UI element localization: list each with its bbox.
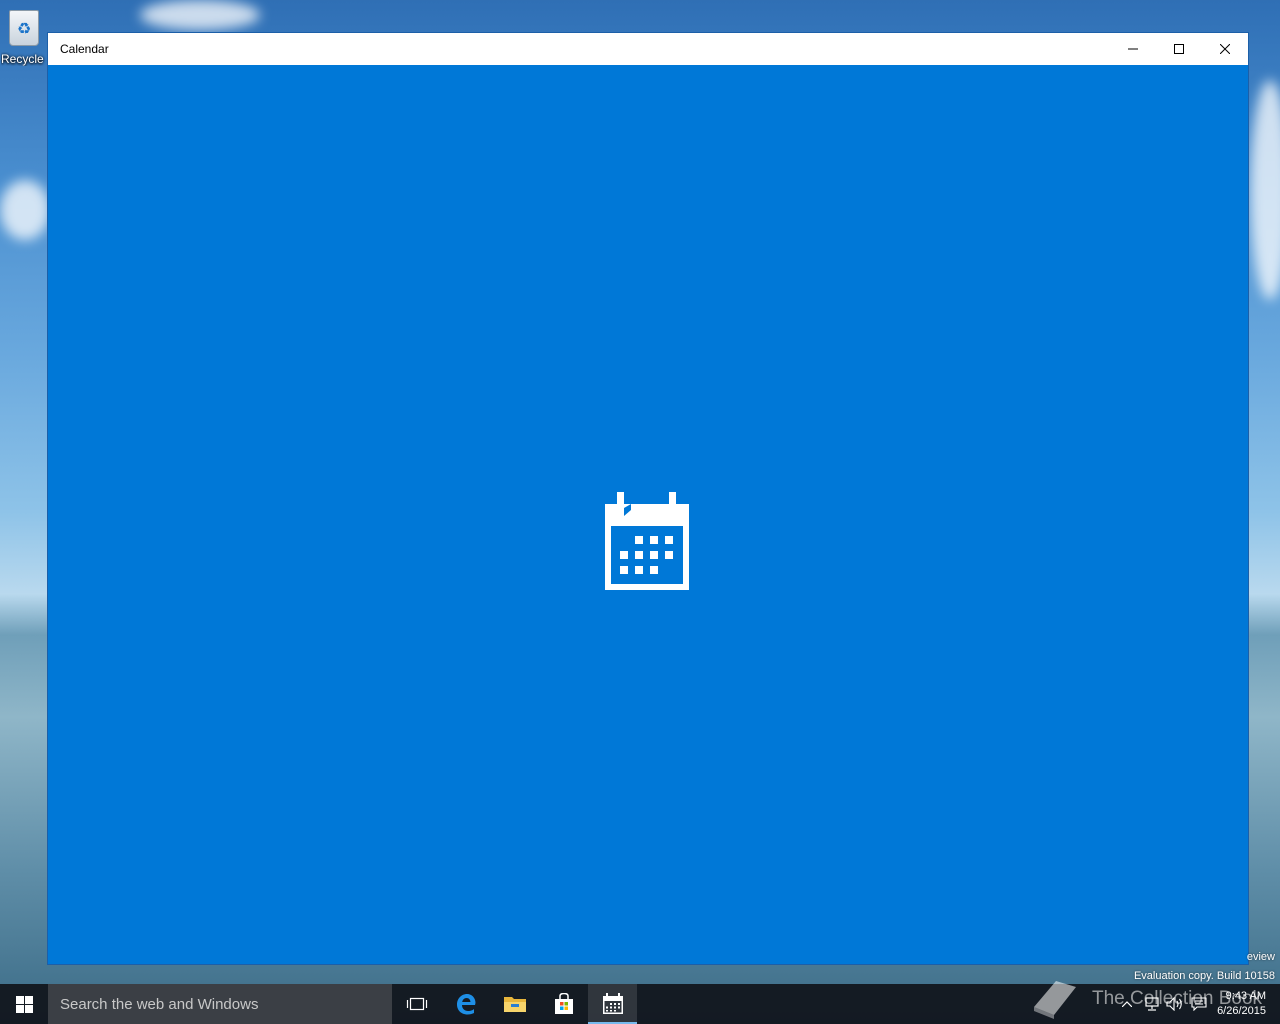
window-title: Calendar bbox=[60, 42, 109, 56]
clock-date: 6/26/2015 bbox=[1217, 1005, 1266, 1017]
windows-logo-icon bbox=[15, 995, 33, 1013]
action-center-button[interactable] bbox=[1187, 984, 1211, 1024]
calendar-icon bbox=[605, 492, 689, 590]
cloud bbox=[1250, 80, 1280, 300]
file-explorer-icon bbox=[503, 997, 526, 1012]
store-icon bbox=[554, 993, 573, 1014]
task-view-icon bbox=[406, 997, 427, 1011]
desktop-icon-recycle-bin[interactable]: ♻ Recycle bbox=[0, 6, 48, 76]
volume-icon bbox=[1166, 997, 1182, 1011]
file-explorer-button[interactable] bbox=[490, 984, 539, 1024]
cloud bbox=[0, 180, 50, 240]
start-button[interactable] bbox=[0, 984, 48, 1024]
close-button[interactable] bbox=[1202, 33, 1248, 65]
show-hidden-icons-button[interactable] bbox=[1115, 984, 1139, 1024]
network-icon bbox=[1145, 997, 1159, 1011]
caption-buttons bbox=[1110, 33, 1248, 65]
action-center-icon bbox=[1191, 997, 1207, 1011]
taskbar-clock[interactable]: 9:43 AM 6/26/2015 bbox=[1211, 989, 1280, 1019]
network-button[interactable] bbox=[1139, 984, 1163, 1024]
watermark-line-1: eview bbox=[1246, 951, 1275, 963]
watermark-line-2: Evaluation copy. Build 10158 bbox=[1133, 970, 1275, 982]
search-input[interactable]: Search the web and Windows bbox=[48, 984, 392, 1024]
cloud bbox=[140, 0, 260, 30]
close-icon bbox=[1220, 44, 1230, 54]
recycle-bin-icon: ♻ bbox=[9, 10, 39, 46]
search-placeholder: Search the web and Windows bbox=[60, 995, 259, 1013]
edge-icon bbox=[456, 994, 475, 1015]
edge-button[interactable] bbox=[441, 984, 490, 1024]
store-button[interactable] bbox=[539, 984, 588, 1024]
clock-time: 9:43 AM bbox=[1225, 990, 1266, 1002]
minimize-icon bbox=[1128, 48, 1138, 50]
maximize-button[interactable] bbox=[1156, 33, 1202, 65]
calendar-window: Calendar bbox=[47, 32, 1249, 965]
title-bar[interactable]: Calendar bbox=[48, 33, 1248, 65]
taskbar: Search the web and Windows 9:43 AM 6/26/… bbox=[0, 984, 1280, 1024]
task-view-button[interactable] bbox=[392, 984, 441, 1024]
minimize-button[interactable] bbox=[1110, 33, 1156, 65]
system-tray: 9:43 AM 6/26/2015 bbox=[1115, 984, 1280, 1024]
chevron-up-icon bbox=[1122, 1001, 1133, 1007]
calendar-icon bbox=[602, 993, 623, 1014]
volume-button[interactable] bbox=[1163, 984, 1187, 1024]
calendar-taskbar-button[interactable] bbox=[588, 984, 637, 1024]
splash-screen bbox=[48, 65, 1248, 964]
maximize-icon bbox=[1174, 44, 1184, 54]
